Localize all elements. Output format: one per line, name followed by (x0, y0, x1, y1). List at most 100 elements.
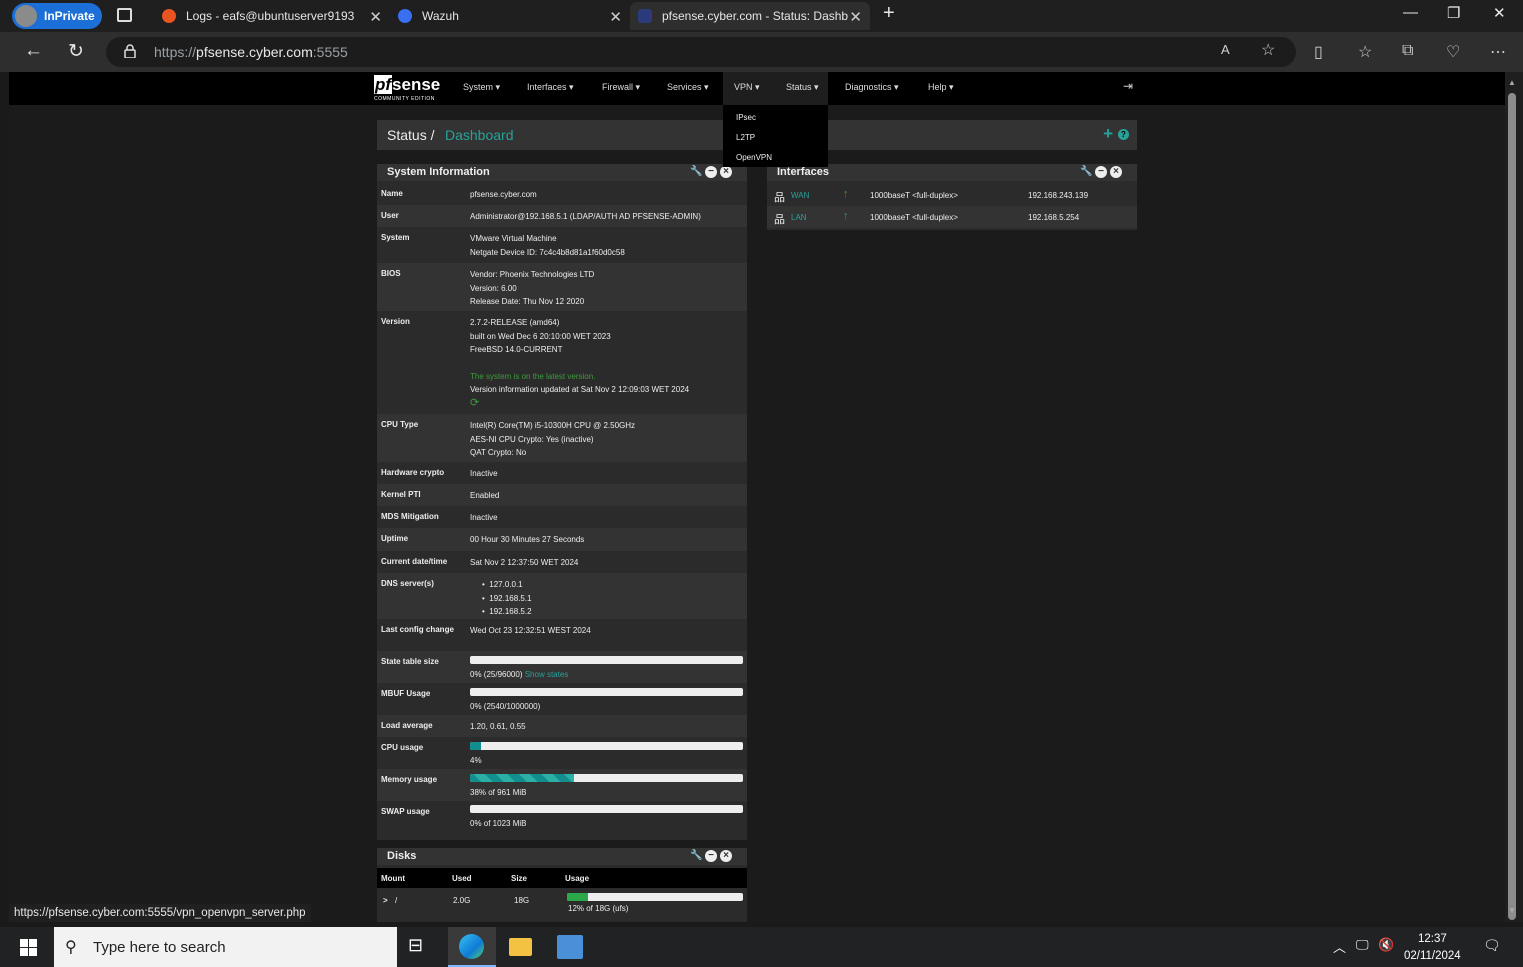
breadcrumb-status[interactable]: Status / (387, 127, 434, 143)
row-datetime: Current date/time Sat Nov 2 12:37:50 WET… (377, 551, 747, 573)
new-tab-icon[interactable]: + (883, 2, 895, 25)
favorites-icon[interactable]: ☆ (1358, 42, 1372, 62)
tab-wazuh[interactable]: Wazuh ✕ (390, 2, 630, 30)
close-panel-icon[interactable]: × (720, 850, 732, 862)
minimize-icon[interactable]: — (1403, 4, 1418, 21)
lock-icon[interactable] (124, 44, 136, 58)
help-icon[interactable]: ? (1118, 129, 1129, 140)
back-icon[interactable]: ← (24, 40, 43, 62)
taskbar-search[interactable]: ⚲ Type here to search (54, 927, 397, 967)
tab-logs[interactable]: Logs - eafs@ubuntuserver9193 ✕ (152, 2, 390, 30)
vpn-item-l2tp[interactable]: L2TP (736, 133, 755, 142)
add-widget-icon[interactable]: + (1103, 124, 1113, 144)
wrench-icon[interactable]: 🔧 (690, 166, 702, 178)
collections-icon[interactable]: ⧉ (1402, 42, 1413, 60)
bar-fill (567, 893, 589, 901)
wrench-icon[interactable]: 🔧 (1080, 166, 1092, 178)
menu-status[interactable]: Status ▾ (786, 82, 819, 93)
minimize-panel-icon[interactable]: − (705, 166, 717, 178)
network-icon: 品 (774, 192, 785, 204)
url-input[interactable]: https://pfsense.cyber.com:5555 A ☆ (106, 37, 1296, 67)
windows-start-icon[interactable] (20, 939, 37, 956)
vpn-item-ipsec[interactable]: IPsec (736, 113, 756, 122)
logo-sense: sense (392, 75, 441, 94)
edge-taskbar-button[interactable] (448, 927, 496, 967)
menu-firewall[interactable]: Firewall ▾ (602, 82, 640, 93)
wrench-icon[interactable]: 🔧 (690, 850, 702, 862)
file-explorer-icon[interactable] (509, 938, 532, 956)
network-status-icon[interactable]: 🖵 (1356, 937, 1369, 953)
row-hardware-crypto: Hardware crypto Inactive (377, 462, 747, 484)
menu-vpn[interactable]: VPN ▾ (734, 82, 760, 93)
task-view-icon[interactable]: ⊟ (408, 935, 436, 963)
tab-title: Logs - eafs@ubuntuserver9193 (186, 9, 355, 23)
show-hidden-icons[interactable]: ︿ (1333, 937, 1346, 956)
server-manager-icon[interactable] (557, 935, 583, 959)
state-value: 0% (25/96000) (470, 670, 523, 679)
scrollbar-thumb[interactable] (1508, 93, 1516, 920)
row-value: Enabled (470, 491, 500, 500)
dns-item: • 192.168.5.1 (482, 593, 532, 603)
read-aloud-icon[interactable]: A (1221, 42, 1230, 57)
tab-actions-icon[interactable] (117, 8, 132, 22)
menu-diagnostics[interactable]: Diagnostics ▾ (845, 82, 899, 93)
notifications-icon[interactable]: 🗨 (1483, 937, 1501, 954)
interface-ip: 192.168.243.139 (1028, 191, 1089, 200)
scroll-down-icon[interactable]: ▼ (1508, 906, 1516, 915)
menu-system[interactable]: System ▾ (463, 82, 500, 93)
settings-more-icon[interactable]: ⋯ (1490, 42, 1506, 62)
row-key: Uptime (381, 534, 409, 543)
minimize-panel-icon[interactable]: − (1095, 166, 1107, 178)
row-key: MBUF Usage (381, 689, 431, 698)
interfaces-panel: Interfaces 🔧 − × 品 WAN ↑ 1000baseT <full… (767, 164, 1137, 230)
volume-muted-icon[interactable]: 🔇 (1378, 937, 1394, 953)
logo-edition: COMMUNITY EDITION (374, 96, 435, 102)
refresh-version-icon[interactable]: ⟳ (470, 397, 689, 411)
status-bar-url: https://pfsense.cyber.com:5555/vpn_openv… (9, 904, 311, 922)
row-value: 2.7.2-RELEASE (amd64) built on Wed Dec 6… (470, 316, 689, 410)
interface-name-link[interactable]: LAN (791, 213, 807, 222)
close-tab-icon[interactable]: ✕ (369, 8, 382, 26)
col-usage: Usage (565, 874, 590, 883)
close-tab-icon[interactable]: ✕ (609, 8, 622, 26)
vpn-item-openvpn[interactable]: OpenVPN (736, 153, 772, 162)
row-cpu-type: CPU Type Intel(R) Core(TM) i5-10300H CPU… (377, 414, 747, 462)
panel-controls: 🔧 − × (690, 850, 732, 862)
close-tab-icon[interactable]: ✕ (849, 8, 862, 26)
refresh-icon[interactable]: ↻ (68, 40, 84, 63)
menu-help[interactable]: Help ▾ (928, 82, 954, 93)
scroll-up-icon[interactable]: ▲ (1508, 78, 1516, 87)
close-panel-icon[interactable]: × (1110, 166, 1122, 178)
disk-used: 2.0G (453, 896, 471, 905)
show-states-link[interactable]: Show states (525, 670, 569, 679)
browser-essentials-icon[interactable]: ♡ (1446, 42, 1460, 62)
inprivate-badge[interactable]: InPrivate (12, 3, 102, 29)
taskbar-clock[interactable]: 12:37 02/11/2024 (1404, 931, 1461, 965)
expand-chevron-icon[interactable]: > (383, 896, 388, 905)
menu-interfaces[interactable]: Interfaces ▾ (527, 82, 574, 93)
row-user: User Administrator@192.168.5.1 (LDAP/AUT… (377, 205, 747, 227)
interface-name-link[interactable]: WAN (791, 191, 809, 200)
menu-services[interactable]: Services ▾ (667, 82, 709, 93)
search-placeholder: Type here to search (93, 939, 226, 956)
breadcrumb-dashboard[interactable]: Dashboard (445, 127, 514, 143)
split-screen-icon[interactable]: ▯ (1314, 42, 1323, 62)
row-value: Inactive (470, 469, 498, 478)
page-scrollbar[interactable]: ▲ ▼ (1505, 72, 1523, 922)
version-line: 2.7.2-RELEASE (amd64) (470, 318, 560, 327)
profile-avatar (15, 5, 37, 27)
row-key: MDS Mitigation (381, 512, 439, 521)
clock-date: 02/11/2024 (1404, 950, 1461, 962)
interface-row: 品 WAN ↑ 1000baseT <full-duplex> 192.168.… (767, 184, 1137, 206)
row-value: VMware Virtual Machine Netgate Device ID:… (470, 232, 625, 259)
row-cpu-usage: CPU usage 4% (377, 737, 747, 769)
pfsense-logo[interactable]: pfsense COMMUNITY EDITION (374, 75, 441, 102)
close-window-icon[interactable]: ✕ (1493, 4, 1506, 22)
logout-icon[interactable]: ⇥ (1123, 79, 1133, 93)
tab-pfsense[interactable]: pfsense.cyber.com - Status: Dashb ✕ (630, 2, 870, 30)
close-panel-icon[interactable]: × (720, 166, 732, 178)
restore-icon[interactable]: ❐ (1447, 4, 1460, 22)
favorite-star-icon[interactable]: ☆ (1261, 40, 1275, 60)
row-value: Administrator@192.168.5.1 (LDAP/AUTH AD … (470, 212, 701, 221)
minimize-panel-icon[interactable]: − (705, 850, 717, 862)
